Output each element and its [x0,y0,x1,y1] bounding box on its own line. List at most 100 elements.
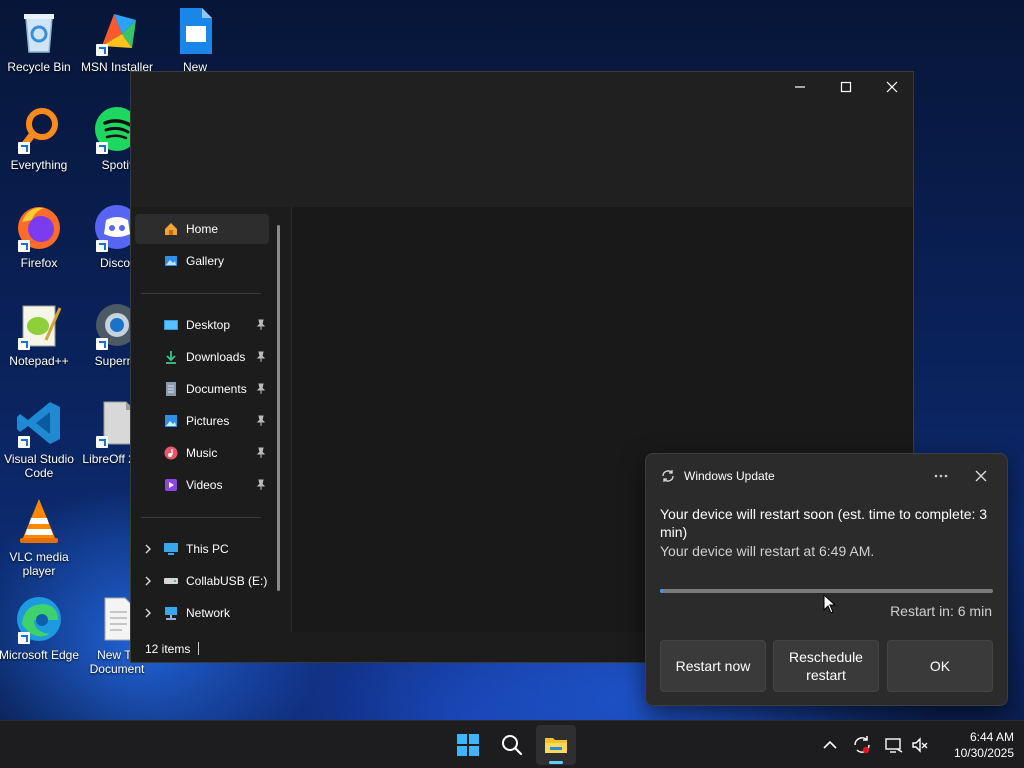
volume-muted-icon [912,737,928,753]
network-icon [165,607,177,620]
windows-update-notification[interactable]: Windows Update Your device will restart … [645,453,1008,706]
search-button[interactable] [492,725,532,765]
nav-item-videos[interactable]: Videos [135,470,269,500]
navigation-pane: Home Gallery Desktop Downloads Documents… [131,207,289,632]
computer-icon [164,543,178,555]
pin-icon[interactable] [256,415,266,427]
firefox-icon [14,202,64,252]
windows-logo-icon [457,734,479,756]
desktop-icon-vscode[interactable]: Visual Studio Code [0,398,80,480]
everything-search-icon [14,104,64,154]
file-explorer-taskbar-button[interactable] [536,725,576,765]
recycle-bin-icon [14,6,64,56]
clock-date: 10/30/2025 [953,746,1014,760]
explorer-title-bar[interactable] [131,72,913,207]
clock-time: 6:44 AM [969,730,1014,744]
close-icon[interactable] [970,466,992,486]
shortcut-arrow-icon [96,436,108,448]
shortcut-arrow-icon [18,436,30,448]
desktop-icon-everything[interactable]: Everything [0,104,80,172]
music-icon [164,446,178,460]
item-count: 12 items [145,642,191,656]
minimize-icon [795,86,805,88]
document-icon [170,6,220,56]
nav-item-collabusb[interactable]: CollabUSB (E:) [135,566,269,596]
maximize-icon [840,81,852,93]
restart-now-button[interactable]: Restart now [660,640,766,692]
shortcut-arrow-icon [96,142,108,154]
file-explorer-icon [545,738,567,753]
shortcut-arrow-icon [18,632,30,644]
shortcut-arrow-icon [96,44,108,56]
pin-icon[interactable] [256,351,266,363]
pin-icon[interactable] [256,319,266,331]
chevron-right-icon[interactable] [144,608,152,618]
close-button[interactable] [869,72,915,102]
network-tray-button[interactable] [884,735,904,755]
show-hidden-icons-button[interactable] [820,735,840,755]
pictures-icon [165,415,177,427]
edge-icon [14,594,64,644]
pin-icon[interactable] [256,383,266,395]
windows-update-tray-button[interactable] [852,735,872,755]
documents-icon [166,382,176,396]
desktop-icon-msn-installer[interactable]: MSN Installer [76,6,158,74]
chevron-right-icon[interactable] [144,544,152,554]
home-icon [165,223,177,235]
msn-icon [92,6,142,56]
vscode-icon [14,398,64,448]
pin-icon[interactable] [256,479,266,491]
progress-fill [660,589,664,593]
notification-body: Your device will restart at 6:49 AM. [660,543,875,559]
nav-item-network[interactable]: Network [135,598,269,628]
nav-separator [141,517,261,518]
shortcut-arrow-icon [96,240,108,252]
desktop-folder-icon [164,320,178,330]
pin-icon[interactable] [256,447,266,459]
shortcut-arrow-icon [18,142,30,154]
desktop-icon-recycle-bin[interactable]: Recycle Bin [0,6,80,74]
notification-app-name: Windows Update [684,469,775,483]
chevron-right-icon[interactable] [144,576,152,586]
more-options-icon[interactable] [930,466,952,486]
nav-item-home[interactable]: Home [135,214,269,244]
update-sync-icon [662,470,674,482]
gallery-icon [165,256,177,266]
nav-item-downloads[interactable]: Downloads [135,342,269,372]
shortcut-arrow-icon [96,338,108,350]
nav-item-gallery[interactable]: Gallery [135,246,269,276]
shortcut-arrow-icon [18,240,30,252]
nav-item-this-pc[interactable]: This PC [135,534,269,564]
notepadpp-icon [14,300,64,350]
usb-drive-icon [164,578,178,584]
close-icon [886,81,898,93]
search-icon [502,735,523,756]
nav-item-pictures[interactable]: Pictures [135,406,269,436]
videos-icon [165,479,177,491]
chevron-up-icon [823,740,837,749]
shortcut-arrow-icon [18,338,30,350]
desktop-icon-notepadpp[interactable]: Notepad++ [0,300,80,368]
desktop-icon-vlc[interactable]: VLC media player [0,496,80,578]
minimize-button[interactable] [777,72,823,102]
update-pending-icon [854,736,870,754]
network-status-icon [885,738,903,753]
taskbar: 6:44 AM 10/30/2025 [0,720,1024,768]
nav-item-desktop[interactable]: Desktop [135,310,269,340]
download-icon [166,351,176,364]
restart-progress-bar [660,589,993,593]
system-clock[interactable]: 6:44 AM 10/30/2025 [934,729,1014,761]
reschedule-restart-button[interactable]: Reschedule restart [773,640,879,692]
nav-item-documents[interactable]: Documents [135,374,269,404]
mouse-cursor-icon [823,594,837,614]
volume-tray-button[interactable] [910,735,930,755]
desktop-icon-new[interactable]: New [154,6,236,74]
ok-button[interactable]: OK [887,640,993,692]
nav-scrollbar[interactable] [277,225,280,591]
start-button[interactable] [448,725,488,765]
notification-heading: Your device will restart soon (est. time… [660,506,988,540]
desktop-icon-firefox[interactable]: Firefox [0,202,80,270]
nav-item-music[interactable]: Music [135,438,269,468]
maximize-button[interactable] [823,72,869,102]
desktop-icon-edge[interactable]: Microsoft Edge [0,594,80,662]
